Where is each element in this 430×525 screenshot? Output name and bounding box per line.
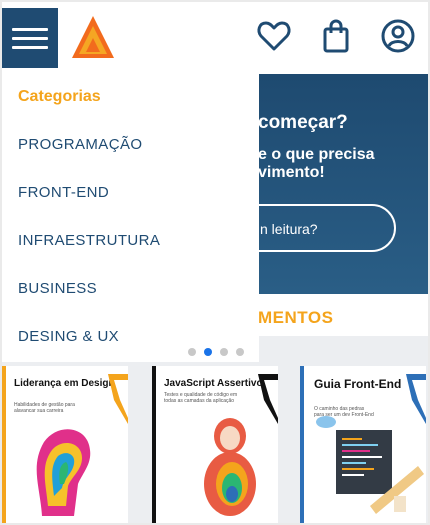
- carousel-dot[interactable]: [220, 348, 228, 356]
- section-title: MENTOS: [258, 308, 334, 327]
- category-item-programacao[interactable]: PROGRAMAÇÃO: [18, 136, 142, 153]
- banner-title: começar?: [258, 112, 348, 133]
- book-card-front-end[interactable]: Guia Front-End O caminho das pedras para…: [300, 366, 426, 523]
- category-item-desing-ux[interactable]: DESING & UX: [18, 328, 119, 345]
- hamburger-menu-icon[interactable]: [2, 8, 58, 68]
- book-card-lideranca[interactable]: Liderança em Design Habilidades de gestã…: [2, 366, 128, 523]
- book-cover-art: [2, 366, 128, 523]
- banner-text: e o que precisa vimento!: [258, 146, 375, 181]
- heart-icon[interactable]: [256, 18, 292, 54]
- top-header: [0, 0, 430, 72]
- book-cover-art: [152, 366, 278, 523]
- categories-drawer: Categorias PROGRAMAÇÃO FRONT-END INFRAES…: [2, 72, 259, 362]
- carousel-dot[interactable]: [188, 348, 196, 356]
- book-card-javascript[interactable]: JavaScript Assertivo Testes e qualidade …: [152, 366, 278, 523]
- carousel-dots: [188, 348, 244, 356]
- carousel-dot-active[interactable]: [204, 348, 212, 356]
- category-item-business[interactable]: BUSINESS: [18, 280, 97, 297]
- banner-cta-label: n leitura?: [260, 221, 318, 237]
- category-item-infraestrutura[interactable]: INFRAESTRUTURA: [18, 232, 160, 249]
- shopping-bag-icon[interactable]: [318, 18, 354, 54]
- drawer-title: Categorias: [18, 88, 101, 105]
- book-cover-art: [300, 366, 426, 523]
- orange-triangle-logo[interactable]: [70, 14, 116, 60]
- category-item-front-end[interactable]: FRONT-END: [18, 184, 109, 201]
- user-circle-icon[interactable]: [380, 18, 416, 54]
- carousel-dot[interactable]: [236, 348, 244, 356]
